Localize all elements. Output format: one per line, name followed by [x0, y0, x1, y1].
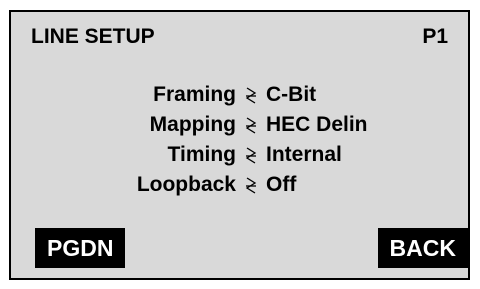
setting-label-mapping: Mapping	[149, 113, 236, 136]
setting-label-framing: Framing	[153, 83, 236, 106]
setting-value-mapping: HEC Delin	[266, 113, 368, 136]
setting-row-timing[interactable]: Timing Internal	[11, 140, 468, 170]
setting-row-mapping[interactable]: Mapping HEC Delin	[11, 110, 468, 140]
setting-label-timing: Timing	[167, 143, 236, 166]
page-down-button[interactable]: PGDN	[35, 228, 126, 268]
back-button[interactable]: BACK	[377, 228, 468, 268]
page-title: LINE SETUP	[31, 25, 155, 48]
lightning-separator-icon	[236, 115, 266, 135]
setting-value-framing: C-Bit	[266, 83, 317, 106]
lightning-separator-icon	[236, 175, 266, 195]
settings-list: Framing C-Bit Mapping HEC Delin Timing I…	[11, 80, 468, 200]
line-setup-screen: LINE SETUP P1 Framing C-Bit Mapping HEC …	[9, 10, 470, 280]
lightning-separator-icon	[236, 145, 266, 165]
page-indicator: P1	[422, 25, 448, 48]
setting-row-loopback[interactable]: Loopback Off	[11, 170, 468, 200]
setting-value-timing: Internal	[266, 143, 342, 166]
setting-value-loopback: Off	[266, 173, 297, 196]
setting-row-framing[interactable]: Framing C-Bit	[11, 80, 468, 110]
setting-label-loopback: Loopback	[136, 173, 236, 196]
lightning-separator-icon	[236, 85, 266, 105]
